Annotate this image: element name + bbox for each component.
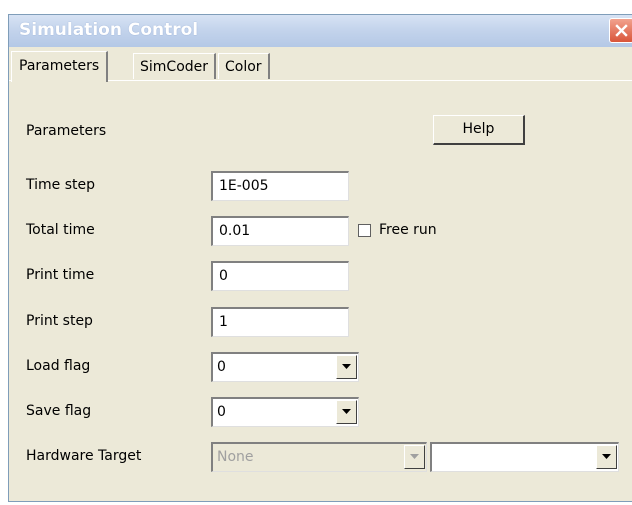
load-flag-value: 0	[217, 359, 226, 375]
tab-strip: Parameters SimCoder Color	[9, 51, 632, 82]
print-step-label: Print step	[26, 313, 93, 329]
tab-label: SimCoder	[140, 59, 209, 75]
free-run-checkbox[interactable]	[358, 224, 371, 237]
tab-label: Color	[225, 59, 262, 75]
panel-heading: Parameters	[26, 123, 107, 139]
save-flag-select[interactable]: 0	[211, 397, 359, 427]
help-button[interactable]: Help	[433, 115, 525, 145]
time-step-input[interactable]: 1E-005	[211, 171, 349, 201]
hardware-target-secondary-dropdown-button[interactable]	[596, 445, 617, 469]
load-flag-select[interactable]: 0	[211, 352, 359, 382]
tab-simcoder[interactable]: SimCoder	[133, 53, 217, 79]
print-time-input[interactable]: 0	[211, 261, 349, 291]
chevron-down-icon	[342, 409, 351, 414]
close-icon	[615, 24, 628, 37]
hardware-target-secondary-select[interactable]	[430, 442, 619, 472]
load-flag-label: Load flag	[26, 358, 91, 374]
parameters-panel: Parameters Help Time step 1E-005 Total t…	[9, 80, 632, 503]
chevron-down-icon	[410, 454, 419, 459]
hardware-target-value: None	[217, 449, 254, 465]
time-step-label: Time step	[26, 177, 95, 193]
save-flag-dropdown-button[interactable]	[336, 400, 357, 424]
hardware-target-select: None	[211, 442, 427, 472]
hardware-target-label: Hardware Target	[26, 448, 142, 464]
simulation-control-dialog: Simulation Control Parameters SimCoder C…	[8, 14, 632, 502]
tab-label: Parameters	[19, 58, 100, 74]
free-run-label[interactable]: Free run	[379, 222, 437, 238]
close-button[interactable]	[609, 18, 632, 43]
hardware-target-dropdown-button	[404, 445, 425, 469]
print-step-input[interactable]: 1	[211, 307, 349, 337]
tab-color[interactable]: Color	[218, 53, 270, 79]
total-time-input[interactable]: 0.01	[211, 216, 349, 246]
chevron-down-icon	[342, 364, 351, 369]
tab-parameters[interactable]: Parameters	[11, 51, 109, 82]
title-bar[interactable]: Simulation Control	[9, 15, 632, 47]
print-time-label: Print time	[26, 267, 95, 283]
save-flag-label: Save flag	[26, 403, 92, 419]
window-title: Simulation Control	[19, 20, 199, 40]
chevron-down-icon	[602, 454, 611, 459]
total-time-label: Total time	[26, 222, 95, 238]
load-flag-dropdown-button[interactable]	[336, 355, 357, 379]
save-flag-value: 0	[217, 404, 226, 420]
